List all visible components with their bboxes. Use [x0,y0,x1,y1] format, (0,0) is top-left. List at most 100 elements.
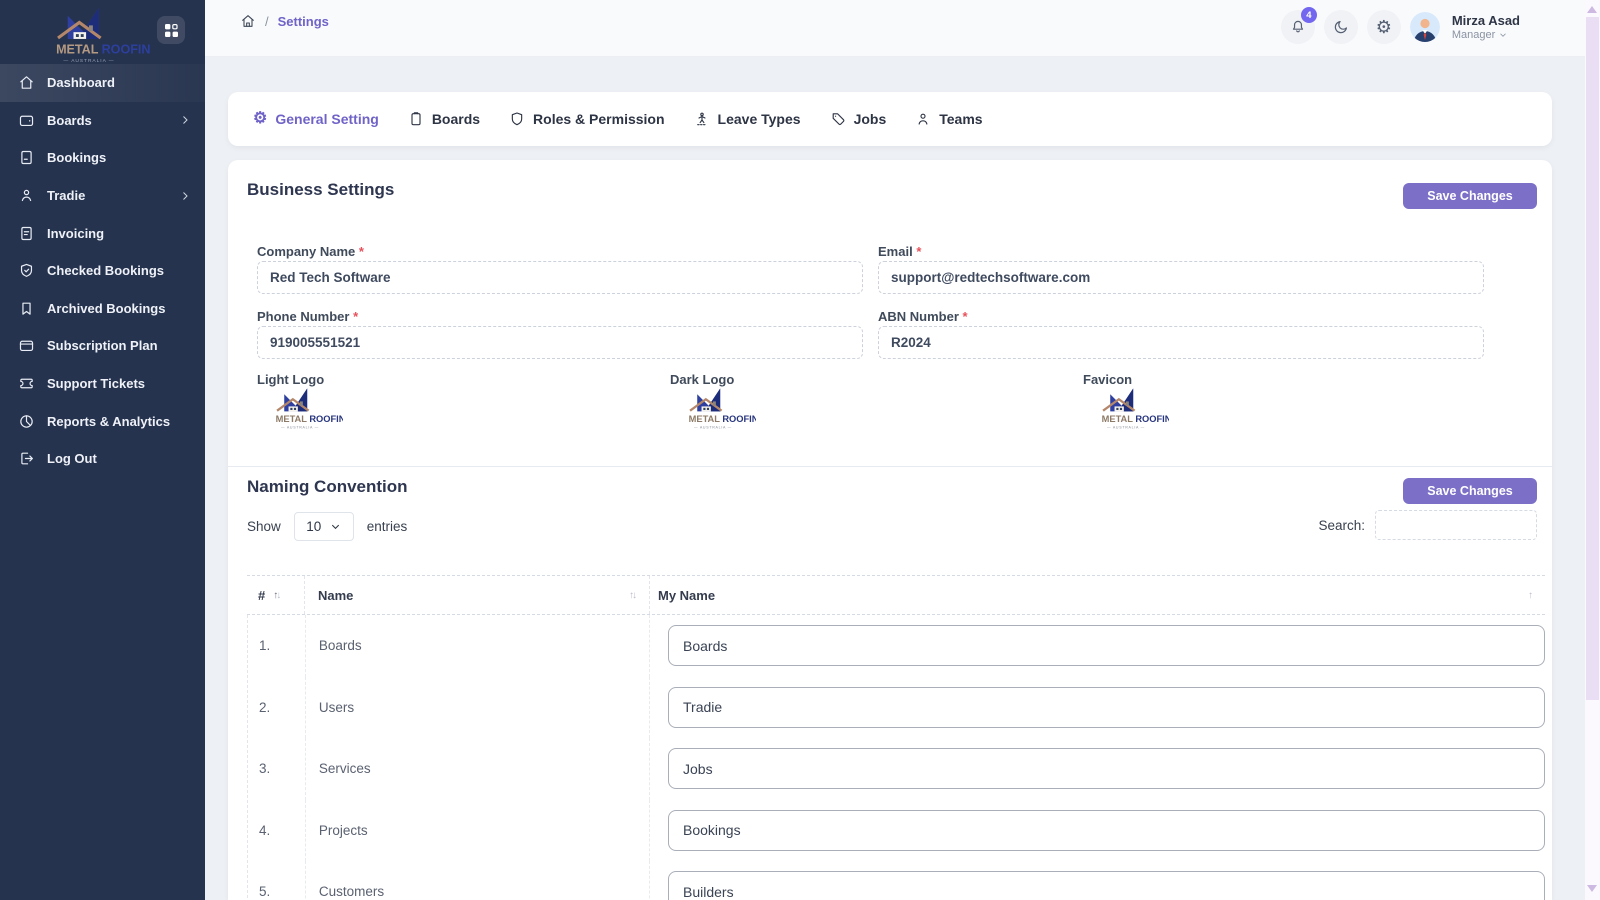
metal-roofing-logo: METAL ROOFING — AUSTRALIA — [28,6,150,68]
user-name: Mirza Asad [1452,13,1520,28]
sidebar-item-label: Support Tickets [47,376,145,391]
tab-boards[interactable]: Boards [408,111,480,127]
scrollbar-thumb[interactable] [1586,17,1599,700]
company-name-label: Company Name * [257,244,364,259]
vertical-scrollbar[interactable] [1585,0,1600,900]
sidebar-item-reports-analytics[interactable]: Reports & Analytics [0,402,205,440]
abn-number-field[interactable] [878,326,1484,359]
avatar-image [1410,12,1440,42]
tab-teams[interactable]: Teams [915,111,982,127]
row-number: 4. [248,800,306,862]
settings-content: Business Settings Save Changes Company N… [228,160,1552,900]
settings-button[interactable]: ⚙ [1367,10,1401,44]
home-breadcrumb-icon[interactable] [240,13,256,29]
notifications-button[interactable]: 4 [1281,10,1315,44]
sidebar-item-archived-bookings[interactable]: Archived Bookings [0,290,205,328]
tab-label: General Setting [275,111,378,127]
tab-jobs[interactable]: Jobs [830,111,887,127]
sidebar-item-label: Checked Bookings [47,263,164,278]
sidebar-item-label: Boards [47,113,92,128]
abn-number-label: ABN Number * [878,309,968,324]
sidebar-item-label: Invoicing [47,226,104,241]
metal-roofing-logo: METAL ROOFING — AUSTRALIA — [1083,386,1169,434]
phone-number-label: Phone Number * [257,309,358,324]
bookmark-icon [18,300,35,317]
tab-roles-permission[interactable]: Roles & Permission [509,111,665,127]
my-name-input[interactable] [668,871,1545,900]
page-size-value: 10 [306,519,321,534]
tab-leave-types[interactable]: Leave Types [694,111,801,127]
dark-logo-label: Dark Logo [670,372,734,387]
grid-icon [164,23,179,38]
my-name-input[interactable] [668,810,1545,851]
sidebar-item-subscription-plan[interactable]: Subscription Plan [0,327,205,365]
sidebar-item-label: Archived Bookings [47,301,165,316]
svg-text:METAL: METAL [689,414,721,424]
tab-label: Teams [939,111,982,127]
column-header-name[interactable]: Name↑↓ [305,576,650,614]
phone-number-field[interactable] [257,326,863,359]
sidebar-item-tradie[interactable]: Tradie [0,177,205,215]
gear-icon: ⚙ [253,111,267,127]
sidebar-item-boards[interactable]: Boards [0,102,205,140]
row-number: 3. [248,738,306,800]
notification-badge: 4 [1301,7,1317,23]
chevron-down-icon [1498,30,1508,40]
chevron-down-icon [330,521,341,532]
search-input[interactable] [1375,510,1537,540]
invoice-icon [18,225,35,242]
shield-check-icon [18,262,35,279]
user-menu[interactable]: Mirza Asad Manager [1452,13,1520,41]
tab-label: Roles & Permission [533,111,665,127]
svg-text:METAL: METAL [1102,414,1134,424]
sidebar-item-invoicing[interactable]: Invoicing [0,214,205,252]
metal-roofing-logo: METAL ROOFING — AUSTRALIA — [257,386,343,434]
scroll-up-arrow[interactable] [1587,6,1597,13]
dark-mode-toggle[interactable] [1324,10,1358,44]
company-name-field[interactable] [257,261,863,294]
svg-text:ROOFING: ROOFING [309,414,343,424]
dark-logo-preview[interactable]: METAL ROOFING — AUSTRALIA — [670,386,756,434]
sidebar-item-label: Dashboard [47,75,115,90]
table-row: 4. Projects [248,800,1545,862]
svg-text:ROOFING: ROOFING [102,42,150,56]
business-save-button[interactable]: Save Changes [1403,183,1537,209]
sidebar-item-label: Log Out [47,451,97,466]
table-row: 2. Users [248,677,1545,739]
favicon-preview[interactable]: METAL ROOFING — AUSTRALIA — [1083,386,1169,434]
board-icon [18,112,35,129]
sidebar-item-dashboard[interactable]: Dashboard [0,64,205,102]
my-name-input[interactable] [668,687,1545,728]
settings-tabs: ⚙ General Setting Boards Roles & Permiss… [228,92,1552,146]
pie-chart-icon [18,413,35,430]
user-icon [18,187,35,204]
table-row: 1. Boards [248,615,1545,677]
naming-save-button[interactable]: Save Changes [1403,478,1537,504]
moon-icon [1332,18,1350,36]
header-actions: 4 ⚙ Mirza Asad Manager [1281,10,1520,44]
sidebar-item-bookings[interactable]: Bookings [0,139,205,177]
avatar[interactable] [1410,12,1440,42]
apps-grid-button[interactable] [157,16,185,44]
sidebar-item-log-out[interactable]: Log Out [0,440,205,478]
email-field[interactable] [878,261,1484,294]
breadcrumb-current-page[interactable]: Settings [278,14,329,29]
sidebar-item-support-tickets[interactable]: Support Tickets [0,365,205,403]
scroll-down-arrow[interactable] [1587,885,1597,892]
page-size-select[interactable]: 10 [294,512,354,541]
leave-person-icon [694,111,710,127]
tab-general-setting[interactable]: ⚙ General Setting [253,111,379,127]
column-header-num[interactable]: #↑↓ [247,576,305,614]
svg-text:— AUSTRALIA —: — AUSTRALIA — [281,426,319,430]
my-name-input[interactable] [668,748,1545,789]
column-header-my-name[interactable]: My Name↑ [650,576,1545,614]
light-logo-preview[interactable]: METAL ROOFING — AUSTRALIA — [257,386,343,434]
table-row: 5. Customers [248,861,1545,900]
naming-table: #↑↓ Name↑↓ My Name↑ 1. Boards 2. Users [247,575,1545,900]
my-name-input[interactable] [668,625,1545,666]
clipboard-icon [408,111,424,127]
row-number: 5. [248,861,306,900]
sidebar-item-checked-bookings[interactable]: Checked Bookings [0,252,205,290]
sidebar-item-label: Bookings [47,150,106,165]
sidebar-item-label: Tradie [47,188,85,203]
